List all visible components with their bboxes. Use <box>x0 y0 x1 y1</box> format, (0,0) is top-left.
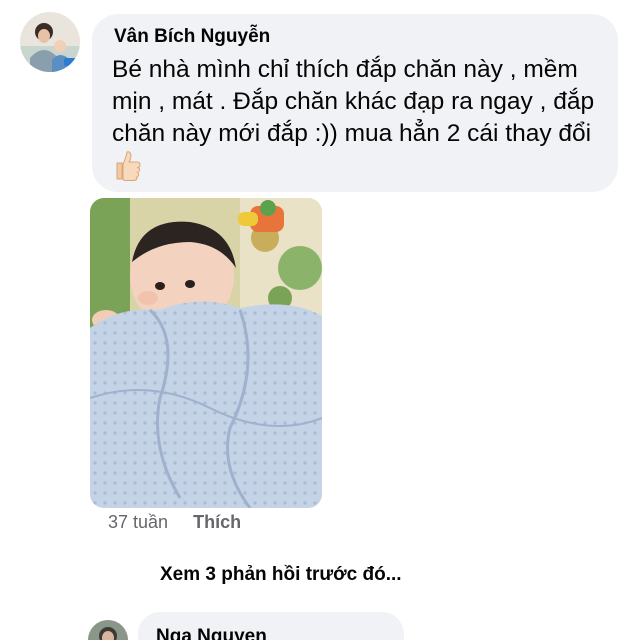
thumbs-up-icon <box>108 148 144 182</box>
comment-thread: Vân Bích Nguyễn Bé nhà mình chỉ thích đắ… <box>0 0 640 640</box>
comment-bubble: Vân Bích Nguyễn Bé nhà mình chỉ thích đắ… <box>92 14 618 192</box>
avatar-image <box>20 12 80 72</box>
reply-bubble: Nga Nguyen <box>138 612 404 640</box>
view-previous-replies-link[interactable]: Xem 3 phản hồi trước đó... <box>160 564 402 586</box>
reply-avatar-image <box>88 620 128 640</box>
comment-text: Bé nhà mình chỉ thích đắp chăn này , mềm… <box>112 56 595 147</box>
baby-blanket-image <box>90 198 322 508</box>
comment-meta: 37 tuần Thích <box>108 512 241 533</box>
comment-time[interactable]: 37 tuần <box>108 512 168 532</box>
reply-avatar[interactable] <box>88 620 128 640</box>
like-button[interactable]: Thích <box>193 512 241 532</box>
reply-author[interactable]: Nga Nguyen <box>156 626 267 640</box>
comment-photo[interactable] <box>90 198 322 508</box>
avatar[interactable] <box>20 12 80 72</box>
comment-author[interactable]: Vân Bích Nguyễn <box>114 26 270 48</box>
